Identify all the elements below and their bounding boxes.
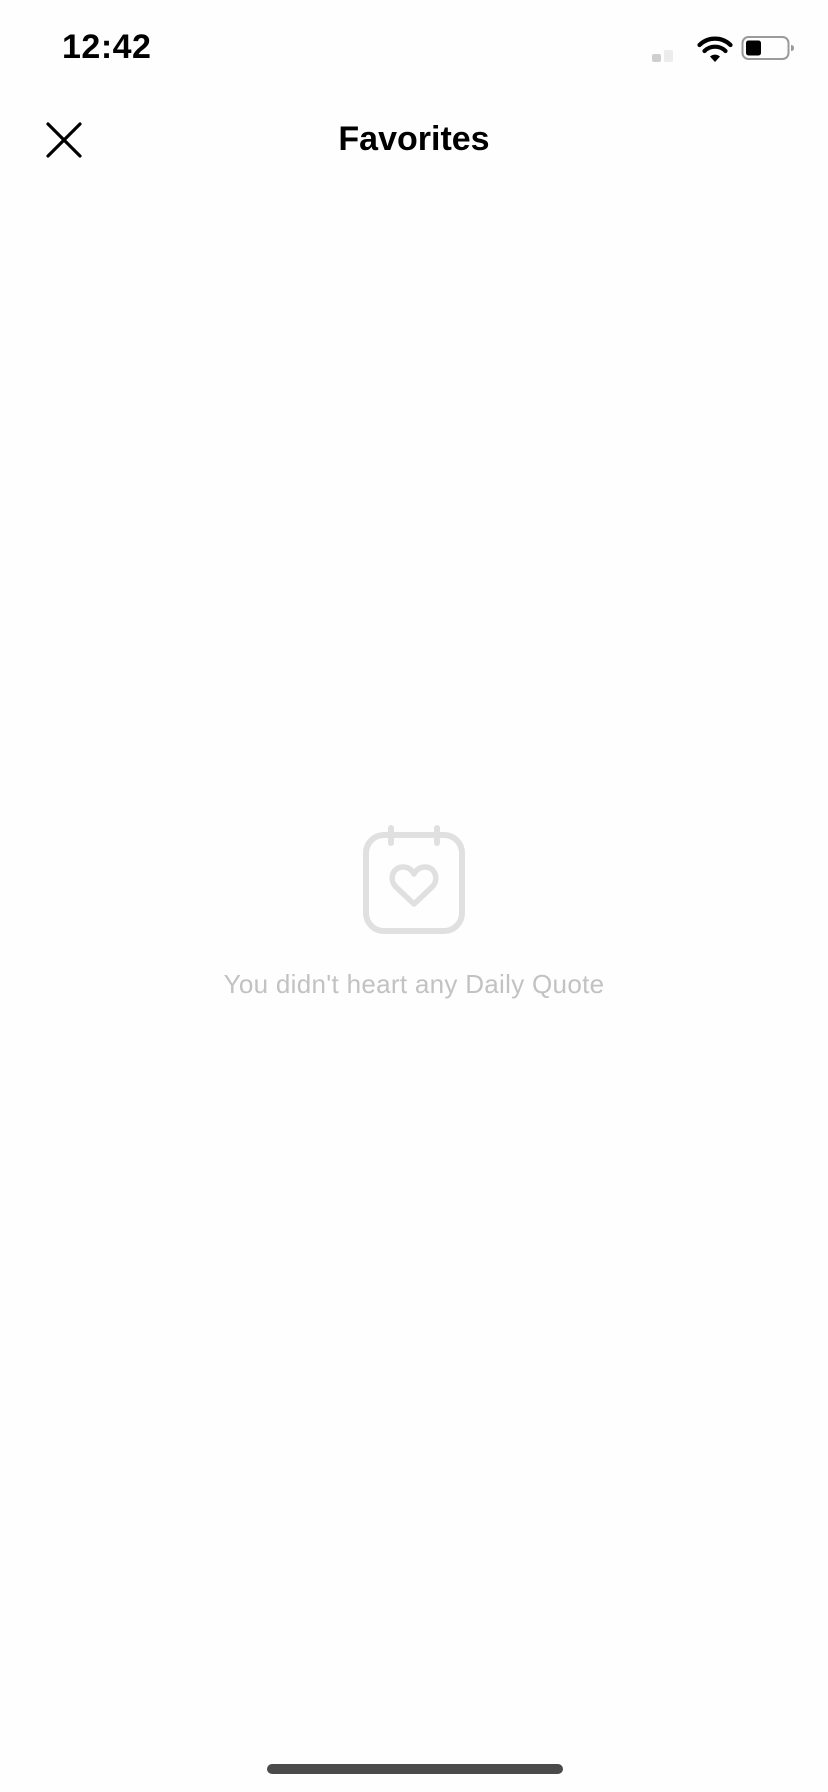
status-bar: 12:42 — [0, 0, 828, 100]
empty-state: You didn't heart any Daily Quote — [0, 825, 828, 1000]
calendar-heart-icon — [363, 825, 465, 934]
empty-state-message: You didn't heart any Daily Quote — [223, 969, 605, 999]
battery-icon — [741, 36, 794, 60]
wifi-icon — [697, 36, 733, 62]
home-indicator[interactable] — [267, 1764, 563, 1774]
nav-bar: Favorites — [0, 100, 828, 180]
signal-icon — [652, 50, 673, 62]
status-time: 12:42 — [62, 28, 152, 66]
page-title: Favorites — [338, 120, 490, 158]
